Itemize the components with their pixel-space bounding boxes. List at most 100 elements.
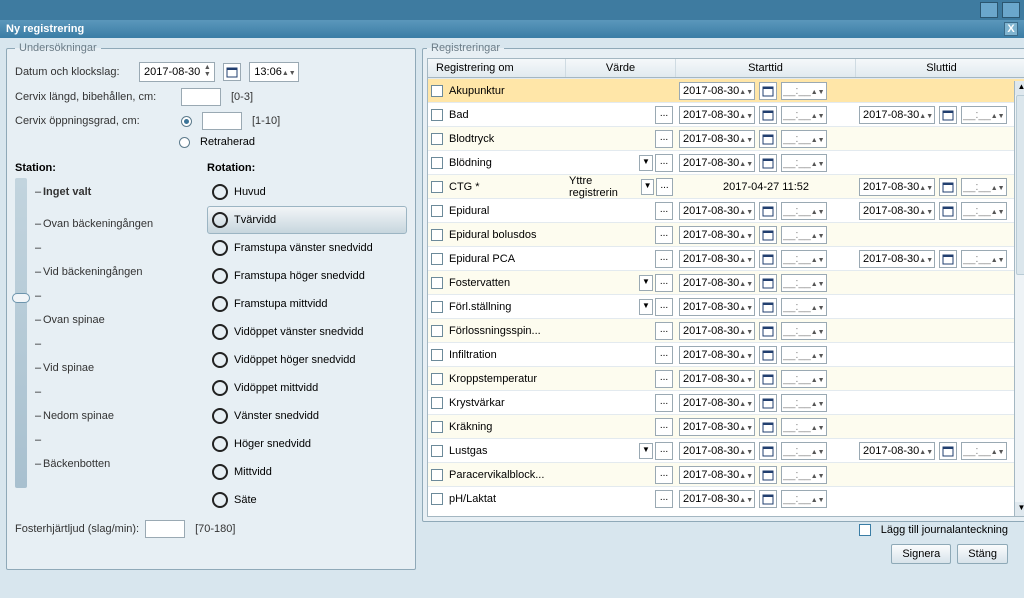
calendar-icon[interactable] [759,466,777,484]
oppning-radio[interactable] [181,116,192,127]
station-item[interactable]: – [35,386,197,398]
time-input[interactable]: __:__▲▼ [961,442,1006,460]
more-button[interactable]: ... [655,106,673,124]
row-checkbox[interactable] [431,229,443,241]
date-input[interactable]: 2017-08-30▲▼ [859,106,935,124]
scroll-up-icon[interactable]: ▲ [1015,81,1024,95]
table-row[interactable]: Infiltration...2017-08-30▲▼__:__▲▼ [428,342,1024,366]
more-button[interactable]: ... [655,442,673,460]
table-row[interactable]: Krystvärkar...2017-08-30▲▼__:__▲▼ [428,390,1024,414]
calendar-icon[interactable] [939,106,957,124]
time-input[interactable]: __:__▲▼ [781,346,826,364]
time-input[interactable]: __:__▲▼ [961,202,1006,220]
time-input[interactable]: __:__▲▼ [781,250,826,268]
date-input[interactable]: 2017-08-30▲▼ [859,442,935,460]
table-row[interactable]: Akupunktur2017-08-30▲▼__:__▲▼ [428,78,1024,102]
time-input[interactable]: __:__▲▼ [781,370,826,388]
calendar-icon[interactable] [759,490,777,508]
retraherad-radio[interactable] [179,137,190,148]
calendar-icon[interactable] [759,298,777,316]
signera-button[interactable]: Signera [891,544,951,564]
calendar-icon[interactable] [939,442,957,460]
time-input[interactable]: __:__▲▼ [781,82,826,100]
calendar-icon[interactable] [939,250,957,268]
rotation-item[interactable]: Framstupa mittvidd [207,290,407,318]
station-item[interactable]: – [35,434,197,446]
date-input[interactable]: 2017-08-30▲▼ [859,178,935,196]
time-input[interactable]: __:__▲▼ [961,106,1006,124]
calendar-icon[interactable] [759,274,777,292]
more-button[interactable]: ... [655,250,673,268]
time-input[interactable]: __:__▲▼ [781,322,826,340]
time-input[interactable]: __:__▲▼ [781,298,826,316]
date-input[interactable]: 2017-08-30▲▼ [679,322,755,340]
more-button[interactable]: ... [655,202,673,220]
calendar-icon[interactable] [759,322,777,340]
row-checkbox[interactable] [431,157,443,169]
date-input[interactable]: 2017-08-30▲▼ [679,130,755,148]
calendar-icon[interactable] [759,370,777,388]
station-item[interactable]: – Bäckenbotten [35,450,197,478]
header-icon-2[interactable] [1002,2,1020,18]
station-item[interactable]: – [35,290,197,302]
date-input[interactable]: 2017-08-30▲▼ [679,442,755,460]
col-registrering[interactable]: Registrering om [428,59,566,77]
scroll-thumb[interactable] [1016,95,1024,275]
station-item[interactable]: – Ovan spinae [35,306,197,334]
date-input[interactable]: 2017-08-30▲▼ [859,250,935,268]
exam-date-input[interactable]: 2017-08-30 ▲▼ [139,62,215,82]
date-input[interactable]: 2017-08-30▲▼ [679,82,755,100]
station-slider[interactable] [15,178,27,488]
station-item[interactable]: – Inget valt [35,178,197,206]
calendar-icon[interactable] [759,346,777,364]
table-row[interactable]: Lustgas▼...2017-08-30▲▼__:__▲▼2017-08-30… [428,438,1024,462]
exam-time-input[interactable]: 13:06 ▲▼ [249,62,298,82]
time-input[interactable]: __:__▲▼ [781,466,826,484]
rotation-item[interactable]: Vidöppet vänster snedvidd [207,318,407,346]
row-checkbox[interactable] [431,301,443,313]
row-checkbox[interactable] [431,133,443,145]
journal-checkbox[interactable] [859,524,871,536]
table-row[interactable]: Paracervikalblock......2017-08-30▲▼__:__… [428,462,1024,486]
more-button[interactable]: ... [655,418,673,436]
close-icon[interactable]: X [1004,22,1018,36]
more-button[interactable]: ... [655,274,673,292]
calendar-icon[interactable] [759,226,777,244]
date-input[interactable]: 2017-08-30▲▼ [679,106,755,124]
dropdown-icon[interactable]: ▼ [639,275,653,291]
calendar-icon[interactable] [759,106,777,124]
more-button[interactable]: ... [655,394,673,412]
date-input[interactable]: 2017-08-30▲▼ [679,370,755,388]
more-button[interactable]: ... [655,226,673,244]
more-button[interactable]: ... [655,346,673,364]
row-checkbox[interactable] [431,181,443,193]
row-checkbox[interactable] [431,325,443,337]
row-checkbox[interactable] [431,469,443,481]
date-input[interactable]: 2017-08-30▲▼ [679,490,755,508]
table-row[interactable]: CTG *Yttre registrerin▼...2017-04-27 11:… [428,174,1024,198]
row-checkbox[interactable] [431,349,443,361]
more-button[interactable]: ... [655,154,673,172]
row-checkbox[interactable] [431,421,443,433]
station-item[interactable]: – Vid spinae [35,354,197,382]
table-row[interactable]: Förlossningsspin......2017-08-30▲▼__:__▲… [428,318,1024,342]
calendar-icon[interactable] [759,394,777,412]
station-item[interactable]: – Nedom spinae [35,402,197,430]
time-input[interactable]: __:__▲▼ [781,394,826,412]
more-button[interactable]: ... [655,130,673,148]
rotation-item[interactable]: Höger snedvidd [207,430,407,458]
calendar-icon[interactable] [939,202,957,220]
table-row[interactable]: Blödning▼...2017-08-30▲▼__:__▲▼ [428,150,1024,174]
calendar-icon[interactable] [223,63,241,81]
date-input[interactable]: 2017-08-30▲▼ [859,202,935,220]
more-button[interactable]: ... [655,322,673,340]
calendar-icon[interactable] [939,178,957,196]
table-row[interactable]: Epidural bolusdos...2017-08-30▲▼__:__▲▼ [428,222,1024,246]
date-input[interactable]: 2017-08-30▲▼ [679,346,755,364]
calendar-icon[interactable] [759,82,777,100]
rotation-item[interactable]: Framstupa vänster snedvidd [207,234,407,262]
calendar-icon[interactable] [759,130,777,148]
row-checkbox[interactable] [431,493,443,505]
dropdown-icon[interactable]: ▼ [639,443,653,459]
col-sluttid[interactable]: Sluttid [856,59,1024,77]
